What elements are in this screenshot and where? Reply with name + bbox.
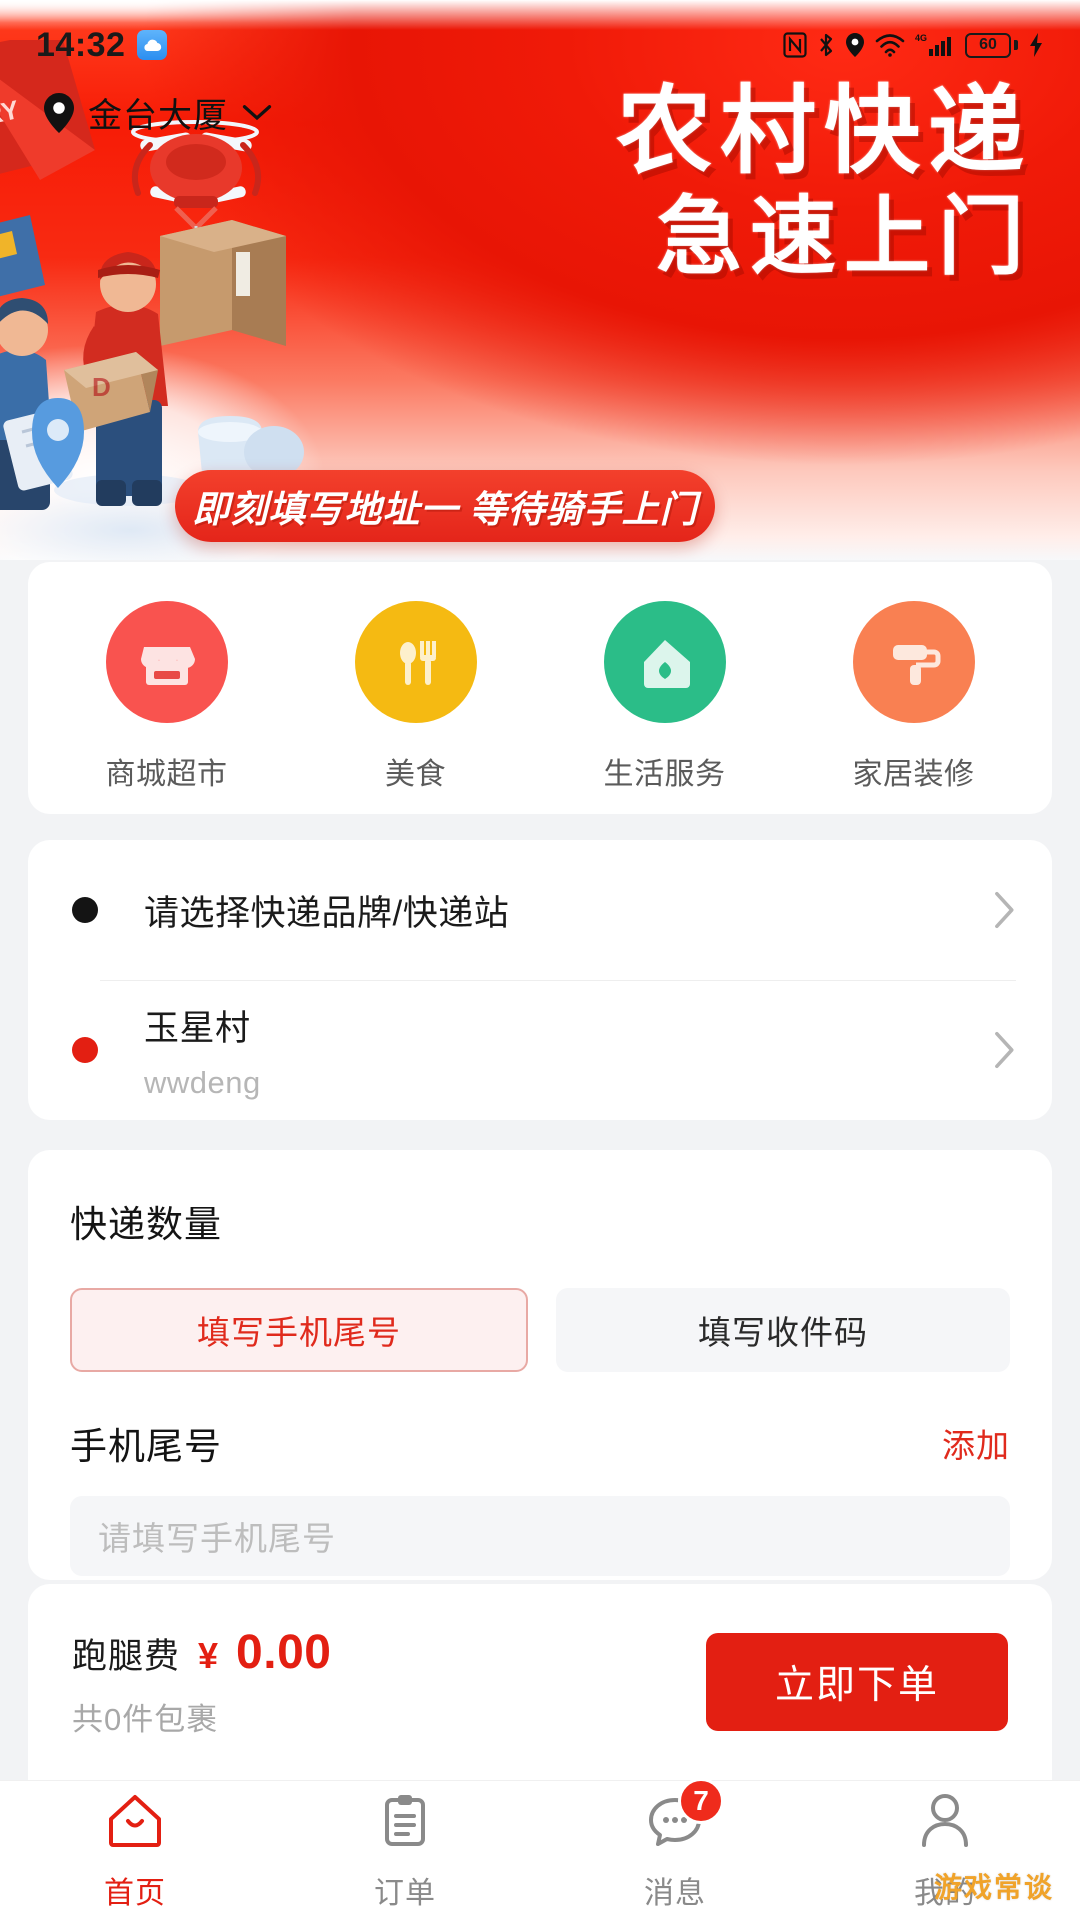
- fee-amount: 0.00: [236, 1626, 332, 1679]
- category-item-life-service[interactable]: 生活服务: [540, 601, 789, 793]
- status-bar: 14:32 4G 60: [0, 22, 1080, 68]
- delivery-selection-card: 请选择快递品牌/快递站 玉星村 wwdeng: [28, 840, 1052, 1120]
- destination-contact: wwdeng: [144, 1064, 261, 1100]
- category-label: 商城超市: [105, 758, 228, 791]
- destination-name: 玉星村: [144, 1008, 251, 1048]
- bluetooth-icon: [820, 33, 833, 57]
- tab-label: 填写手机尾号: [197, 1314, 401, 1351]
- category-label: 美食: [385, 758, 446, 791]
- place-order-button[interactable]: 立即下单: [706, 1633, 1008, 1731]
- tab-label: 订单: [374, 1876, 436, 1910]
- phone-suffix-field-header: 手机尾号 添加: [28, 1372, 1052, 1470]
- express-brand-label: 请选择快递品牌/快递站: [144, 893, 510, 933]
- battery-nub: [1014, 40, 1018, 50]
- chevron-right-icon: [995, 1031, 1014, 1069]
- origin-dot-icon: [72, 897, 98, 923]
- svg-text:D: D: [92, 372, 111, 402]
- destination-address-body: 玉星村 wwdeng: [144, 1000, 994, 1101]
- tab-label: 首页: [104, 1876, 166, 1910]
- location-selector[interactable]: 金台大厦: [44, 88, 272, 137]
- tab-messages[interactable]: 7 消息: [540, 1777, 810, 1912]
- location-name: 金台大厦: [88, 97, 228, 135]
- message-tab-icon: 7: [644, 1777, 724, 1852]
- bottom-tab-bar: 首页 订单 7 消息 我的 游戏常谈: [0, 1777, 1080, 1920]
- nfc-icon: [783, 32, 807, 58]
- tab-orders[interactable]: 订单: [270, 1790, 540, 1912]
- map-pin-icon: [44, 92, 74, 133]
- entry-mode-tabs: 填写手机尾号 填写收件码: [28, 1248, 1052, 1372]
- status-bar-left: 14:32: [36, 25, 168, 65]
- express-brand-body: 请选择快递品牌/快递站: [144, 885, 994, 936]
- tab-label: 填写收件码: [698, 1314, 868, 1351]
- currency-symbol: ¥: [198, 1635, 219, 1676]
- promo-banner: RY D 金台大厦 14:32 4G 60 农村快递 急速上门 即刻填写地址一 …: [0, 0, 1080, 560]
- watermark: 游戏常谈: [933, 1872, 1054, 1903]
- battery-level: 60: [965, 32, 1011, 58]
- home-icon: [603, 601, 726, 723]
- signal-4g-icon: 4G: [915, 33, 951, 56]
- add-button[interactable]: 添加: [942, 1419, 1010, 1467]
- paint-roller-icon: [852, 601, 975, 723]
- tab-label: 消息: [644, 1876, 706, 1910]
- package-quantity-card: 快递数量 填写手机尾号 填写收件码 手机尾号 添加 请填写手机尾号: [28, 1150, 1052, 1580]
- fill-address-cta[interactable]: 即刻填写地址一 等待骑手上门: [175, 470, 715, 542]
- destination-dot-icon: [72, 1037, 98, 1063]
- location-icon: [846, 33, 864, 57]
- category-item-mall[interactable]: 商城超市: [42, 601, 291, 793]
- home-tab-icon: [104, 1790, 166, 1852]
- battery-indicator: 60: [965, 32, 1018, 58]
- fee-summary: 跑腿费 ¥ 0.00 共0件包裹: [72, 1625, 706, 1739]
- banner-headline: 农村快递 急速上门: [616, 75, 1032, 287]
- quantity-section-title: 快递数量: [70, 1204, 222, 1245]
- category-grid: 商城超市 美食 生活服务 家居装修: [28, 562, 1052, 814]
- cta-label: 即刻填写地址一 等待骑手上门: [192, 489, 698, 530]
- cutlery-icon: [354, 601, 477, 723]
- store-icon: [105, 601, 228, 723]
- category-item-food[interactable]: 美食: [291, 601, 540, 793]
- order-summary-inner: 跑腿费 ¥ 0.00 共0件包裹 立即下单: [28, 1584, 1052, 1780]
- destination-address-row[interactable]: 玉星村 wwdeng: [28, 980, 1052, 1120]
- fee-line: 跑腿费 ¥ 0.00: [72, 1625, 706, 1680]
- profile-tab-icon: [914, 1790, 976, 1852]
- chevron-down-icon: [242, 104, 272, 120]
- phone-suffix-label: 手机尾号: [70, 1426, 222, 1467]
- category-label: 生活服务: [603, 758, 726, 791]
- wifi-icon: [875, 34, 905, 57]
- category-label: 家居装修: [852, 758, 975, 791]
- message-badge: 7: [678, 1777, 724, 1824]
- fee-label: 跑腿费: [72, 1637, 181, 1676]
- headline-line-1: 农村快递: [616, 75, 1032, 187]
- svg-text:4G: 4G: [915, 33, 927, 43]
- orders-tab-icon: [374, 1790, 436, 1852]
- order-summary-bar: 跑腿费 ¥ 0.00 共0件包裹 立即下单: [28, 1584, 1052, 1780]
- tab-pickup-code[interactable]: 填写收件码: [556, 1288, 1010, 1372]
- package-count: 共0件包裹: [72, 1702, 219, 1737]
- category-item-home-decor[interactable]: 家居装修: [789, 601, 1038, 793]
- tab-home[interactable]: 首页: [0, 1790, 270, 1912]
- charging-bolt-icon: [1030, 33, 1042, 57]
- express-brand-row[interactable]: 请选择快递品牌/快递站: [28, 840, 1052, 981]
- status-time: 14:32: [36, 25, 126, 64]
- headline-line-2: 急速上门: [656, 186, 1032, 287]
- chevron-right-icon: [995, 891, 1014, 929]
- status-bar-right: 4G 60: [783, 32, 1044, 58]
- category-shortcuts-card: 商城超市 美食 生活服务 家居装修: [28, 562, 1052, 814]
- phone-suffix-placeholder: 请填写手机尾号: [98, 1520, 336, 1557]
- phone-suffix-input[interactable]: 请填写手机尾号: [70, 1496, 1010, 1576]
- tab-phone-suffix[interactable]: 填写手机尾号: [70, 1288, 528, 1372]
- cloud-icon: [137, 30, 168, 60]
